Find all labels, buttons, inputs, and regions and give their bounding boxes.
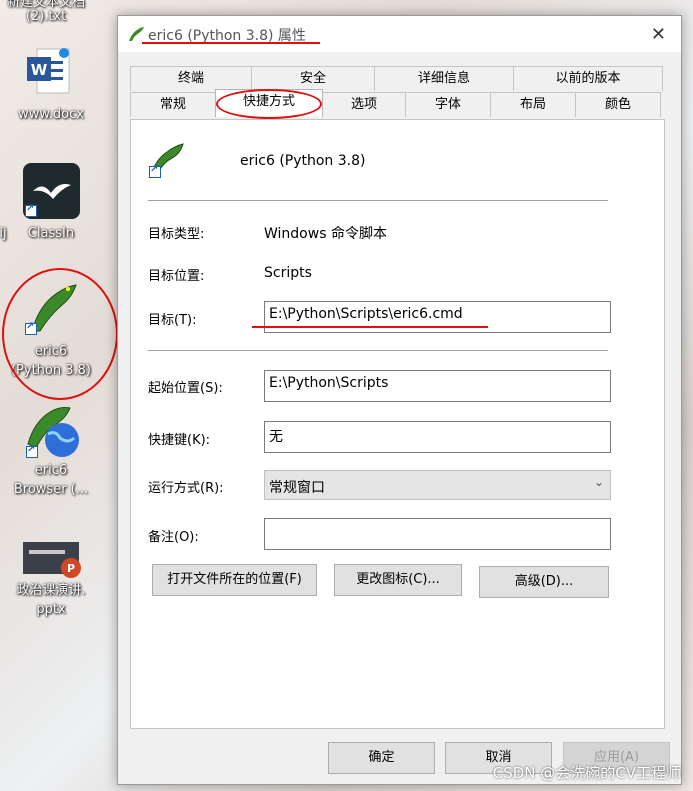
annotation-circle — [216, 89, 322, 119]
open-file-location-button[interactable]: 打开文件所在的位置(F) — [152, 564, 317, 596]
desktop-icon-word-doc[interactable]: W — [25, 47, 71, 97]
target-type-label: 目标类型: — [148, 227, 205, 242]
tab-row-2: 常规 快捷方式 选项 字体 布局 颜色 — [130, 89, 661, 117]
divider — [148, 200, 608, 201]
tab-terminal[interactable]: 终端 — [130, 66, 252, 91]
annotation-circle — [2, 268, 118, 400]
tab-font[interactable]: 字体 — [405, 92, 491, 117]
tab-general[interactable]: 常规 — [130, 92, 216, 117]
title-bar[interactable]: eric6 (Python 3.8) 属性 ✕ — [118, 16, 681, 52]
target-location-label: 目标位置: — [148, 269, 205, 284]
desktop-item-label: 政治课演讲. — [16, 583, 86, 598]
annotation-underline — [252, 326, 488, 328]
advanced-button[interactable]: 高级(D)... — [479, 566, 609, 598]
snake-icon — [129, 27, 144, 41]
start-in-field[interactable]: E:\Python\Scripts — [264, 370, 611, 402]
shortcut-arrow-icon — [25, 203, 37, 217]
target-type-value: Windows 命令脚本 — [264, 226, 387, 242]
shortcut-arrow-icon — [26, 444, 38, 458]
desktop-icon-eric6-browser[interactable] — [24, 404, 80, 460]
csdn-watermark: CSDN @会洗碗的CV工程师 — [492, 764, 681, 782]
run-select[interactable]: 常规窗口 ⌄ — [264, 470, 611, 500]
shortcut-arrow-icon — [149, 164, 161, 178]
target-field[interactable]: E:\Python\Scripts\eric6.cmd — [264, 301, 611, 333]
start-in-label: 起始位置(S): — [148, 381, 223, 396]
annotation-underline — [142, 42, 320, 44]
desktop-item-label: pptx — [36, 602, 66, 617]
shortcut-key-label: 快捷键(K): — [148, 433, 211, 448]
powerpoint-icon: P — [23, 542, 81, 578]
tab-layout[interactable]: 布局 — [490, 92, 576, 117]
run-select-value: 常规窗口 — [269, 480, 325, 496]
desktop-icon-pptx[interactable]: P — [23, 540, 81, 580]
tab-previous-versions[interactable]: 以前的版本 — [513, 66, 663, 91]
svg-text:P: P — [67, 562, 75, 575]
tab-details[interactable]: 详细信息 — [374, 66, 514, 91]
close-icon[interactable]: ✕ — [651, 24, 666, 45]
tab-options[interactable]: 选项 — [322, 92, 406, 117]
desktop-item-label: Browser (... — [13, 482, 89, 497]
ok-button[interactable]: 确定 — [328, 742, 435, 774]
change-icon-button[interactable]: 更改图标(C)... — [334, 564, 462, 596]
target-location-value: Scripts — [264, 265, 312, 281]
desktop-icon-classin[interactable] — [23, 163, 80, 219]
tab-colors[interactable]: 颜色 — [575, 92, 661, 117]
run-label: 运行方式(R): — [148, 481, 224, 496]
desktop-item-label: www.docx — [18, 107, 84, 122]
shortcut-name: eric6 (Python 3.8) — [240, 153, 366, 169]
word-doc-icon: W — [27, 48, 70, 94]
shortcut-panel: eric6 (Python 3.8) 目标类型: Windows 命令脚本 目标… — [130, 119, 665, 729]
divider — [148, 350, 608, 351]
comment-label: 备注(O): — [148, 530, 199, 545]
comment-field[interactable] — [264, 518, 611, 550]
properties-dialog: eric6 (Python 3.8) 属性 ✕ 终端 安全 详细信息 以前的版本… — [117, 15, 682, 785]
chevron-down-icon: ⌄ — [593, 475, 604, 489]
desktop-item-label: (2).txt — [25, 9, 67, 24]
desktop-item-label: ClassIn — [27, 226, 75, 241]
tab-security[interactable]: 安全 — [251, 66, 375, 91]
desktop-edge-label: ij — [0, 226, 7, 241]
desktop-item-label: eric6 — [34, 463, 68, 478]
svg-text:W: W — [31, 61, 48, 79]
target-label: 目标(T): — [148, 313, 197, 328]
tab-row-1: 终端 安全 详细信息 以前的版本 — [130, 66, 663, 91]
shortcut-key-field[interactable]: 无 — [264, 421, 611, 453]
